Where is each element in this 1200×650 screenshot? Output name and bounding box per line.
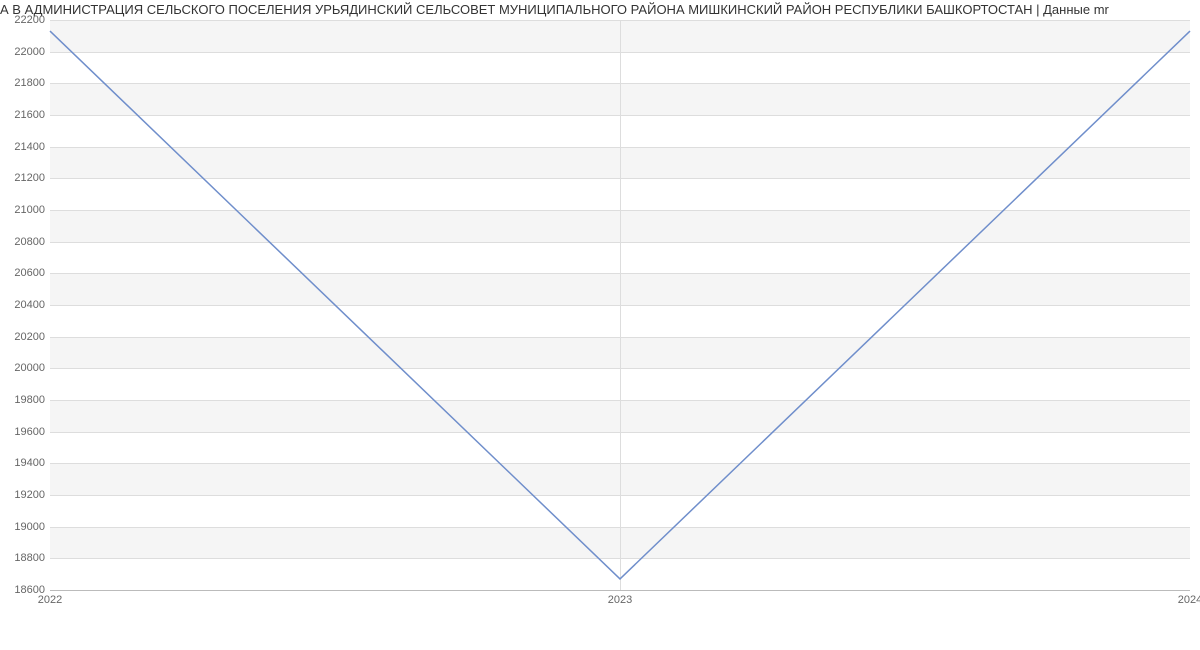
y-tick-label: 19800 [0,394,45,406]
chart-area: 1860018800190001920019400196001980020000… [50,20,1190,610]
y-tick-label: 19600 [0,426,45,438]
y-tick-label: 20600 [0,267,45,279]
y-tick-label: 21200 [0,172,45,184]
plot-area [50,20,1190,590]
y-tick-label: 19400 [0,457,45,469]
y-tick-label: 22000 [0,46,45,58]
y-tick-label: 21600 [0,109,45,121]
y-tick-label: 20200 [0,331,45,343]
y-tick-label: 21000 [0,204,45,216]
y-tick-label: 19200 [0,489,45,501]
y-tick-label: 20800 [0,236,45,248]
x-tick-label: 2022 [38,594,62,606]
y-tick-label: 22200 [0,14,45,26]
series-line [50,31,1190,579]
y-tick-label: 21800 [0,77,45,89]
x-tick-label: 2023 [608,594,632,606]
x-axis [50,590,1190,591]
y-tick-label: 20400 [0,299,45,311]
y-tick-label: 21400 [0,141,45,153]
chart-title: А В АДМИНИСТРАЦИЯ СЕЛЬСКОГО ПОСЕЛЕНИЯ УР… [0,2,1200,17]
y-tick-label: 19000 [0,521,45,533]
y-tick-label: 18800 [0,552,45,564]
line-layer [50,20,1190,590]
x-tick-label: 2024 [1178,594,1200,606]
y-tick-label: 20000 [0,362,45,374]
